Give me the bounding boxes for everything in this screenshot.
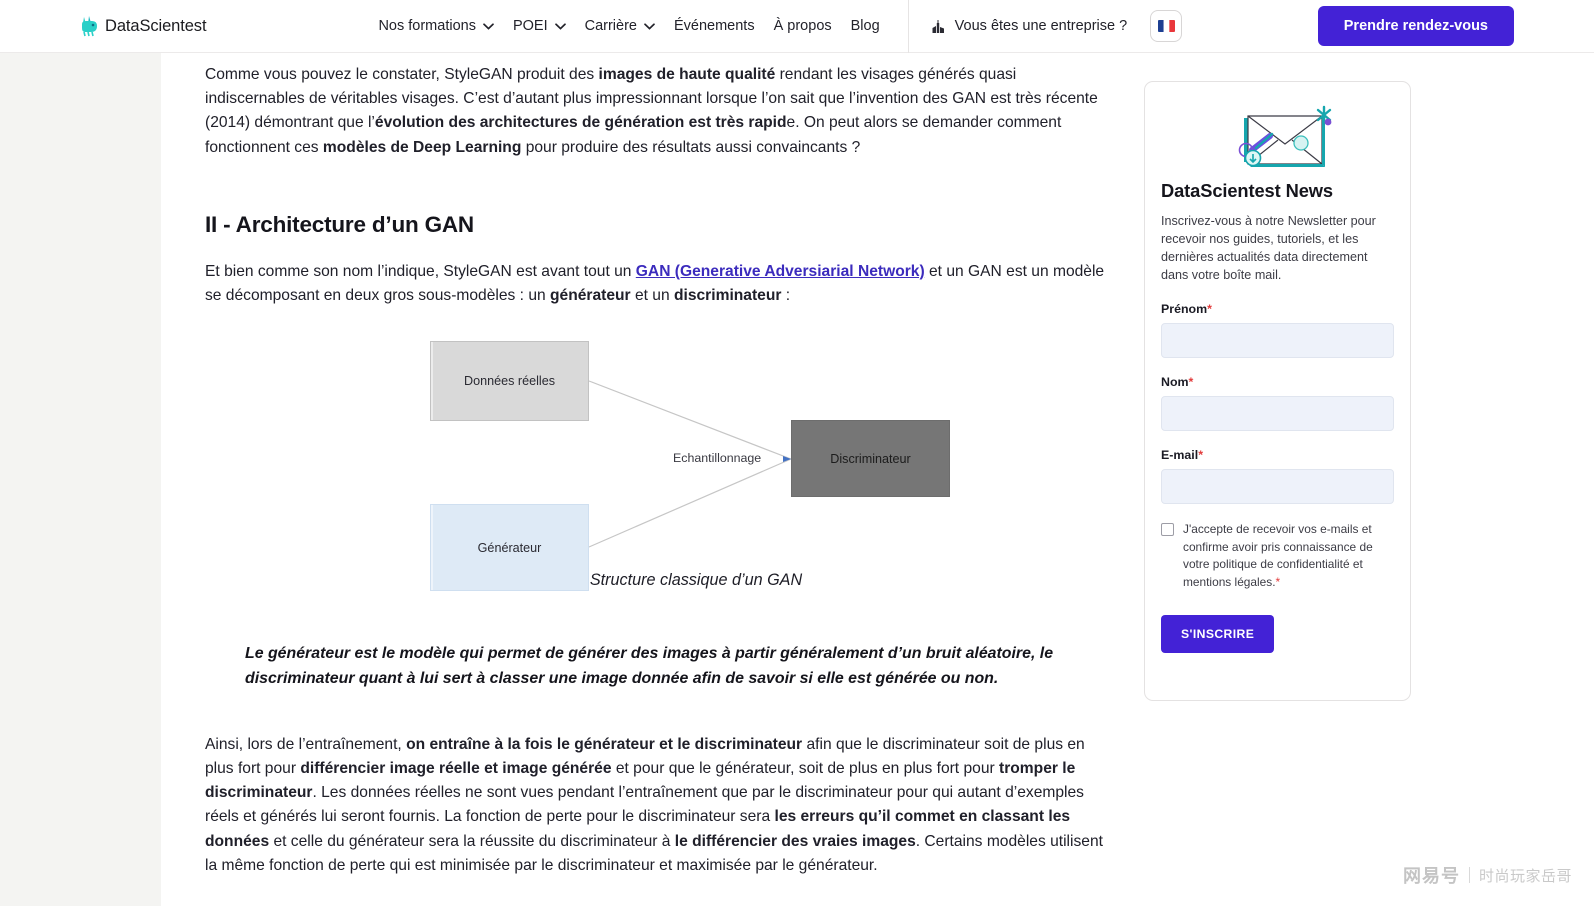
page-body: Comme vous pouvez le constater, StyleGAN…	[0, 53, 1594, 906]
envelope-newsletter-icon	[1161, 102, 1394, 174]
enterprise-link[interactable]: Vous êtes une entreprise ?	[931, 18, 1128, 34]
email-input[interactable]	[1161, 469, 1394, 504]
brand-logo[interactable]: DataScientest	[80, 15, 207, 37]
section-intro-bold-2: discriminateur	[673, 287, 782, 305]
paragraph-section-intro: Et bien comme son nom l’indique, StyleGA…	[205, 260, 1107, 308]
chevron-down-icon	[483, 22, 494, 30]
nav-item-carriere[interactable]: Carrière	[585, 18, 655, 34]
body-bold-1: on entraîne à la fois le générateur et l…	[406, 735, 803, 753]
newsletter-card: DataScientest News Inscrivez-vous à notr…	[1144, 81, 1411, 701]
diagram-box-label: Données réelles	[463, 374, 555, 389]
nav-item-a-propos[interactable]: À propos	[774, 18, 832, 34]
gan-diagram: Données réelles Générateur Discriminateu…	[245, 332, 1147, 592]
article-blockquote: Le générateur est le modèle qui permet d…	[245, 645, 1054, 687]
nav-item-evenements[interactable]: Événements	[674, 18, 755, 34]
body-text-a: Ainsi, lors de l’entraînement,	[205, 735, 407, 753]
nav-item-poei[interactable]: POEI	[513, 18, 566, 34]
nav-item-label: Nos formations	[378, 18, 476, 34]
enterprise-label: Vous êtes une entreprise ?	[954, 18, 1128, 34]
site-header: DataScientest Nos formations POEI Carriè…	[0, 0, 1594, 53]
body-bold-5: le différencier des vraies images	[674, 832, 916, 850]
nom-label-text: Nom	[1161, 375, 1189, 389]
required-marker: *	[1198, 448, 1204, 462]
newsletter-submit-button[interactable]: S'INSCRIRE	[1161, 615, 1275, 653]
prenom-label: Prénom*	[1161, 302, 1394, 316]
nav-item-blog[interactable]: Blog	[851, 18, 880, 34]
nom-label: Nom*	[1161, 375, 1394, 389]
gan-link[interactable]: GAN (Generative Adversiarial Network)	[636, 263, 925, 280]
body-text-c: et pour que le générateur, soit de plus …	[611, 760, 1000, 778]
body-bold-2: différencier image réelle et image génér…	[300, 760, 612, 778]
prenom-input[interactable]	[1161, 323, 1394, 358]
language-switcher[interactable]	[1150, 10, 1183, 42]
watermark-logo: 网易号	[1402, 866, 1460, 886]
watermark: 网易号 时尚玩家岳哥	[1403, 862, 1572, 888]
chevron-down-icon	[644, 22, 655, 30]
nav-item-label: Carrière	[584, 18, 637, 34]
section-intro-bold-1: générateur	[550, 287, 631, 305]
intro-bold-3: modèles de Deep Learning	[322, 138, 522, 156]
diagram-box-label: Discriminateur	[830, 451, 911, 466]
consent-row: J'accepte de recevoir vos e-mails et con…	[1161, 521, 1394, 591]
section-heading: II - Architecture d’un GAN	[205, 211, 474, 237]
chevron-down-icon	[554, 22, 566, 30]
paragraph-body: Ainsi, lors de l’entraînement, on entraî…	[205, 733, 1107, 878]
required-marker: *	[1188, 375, 1194, 389]
content-shell: Comme vous pouvez le constater, StyleGAN…	[161, 53, 1594, 906]
consent-text: J'accepte de recevoir vos e-mails et con…	[1183, 521, 1394, 591]
required-marker: *	[1207, 302, 1212, 316]
diagram-box-donnees-reelles: Données réelles	[430, 341, 589, 422]
body-text-e: et celle du générateur sera la réussite …	[269, 832, 675, 850]
french-flag-icon	[1157, 20, 1175, 32]
header-divider	[907, 0, 909, 53]
paragraph-intro: Comme vous pouvez le constater, StyleGAN…	[205, 63, 1107, 160]
nav-item-label: À propos	[773, 18, 832, 34]
newsletter-title: DataScientest News	[1161, 180, 1333, 201]
prendre-rendez-vous-button[interactable]: Prendre rendez-vous	[1317, 6, 1514, 46]
nav-item-nos-formations[interactable]: Nos formations	[378, 18, 494, 34]
required-marker: *	[1275, 574, 1281, 589]
email-label-text: E-mail	[1161, 448, 1199, 462]
nav-item-label: POEI	[512, 18, 548, 34]
diagram-edge-label-echantillonnage: Echantillonnage	[673, 451, 762, 466]
intro-text-a: Comme vous pouvez le constater, StyleGAN…	[205, 66, 599, 83]
diagram-caption: Structure classique d’un GAN	[589, 571, 803, 590]
nav-item-label: Événements	[673, 18, 755, 34]
newsletter-description: Inscrivez-vous à notre Newsletter pour r…	[1161, 214, 1376, 282]
diagram-box-label: Générateur	[477, 540, 542, 555]
section-intro-d: :	[781, 287, 791, 305]
section-intro-a: Et bien comme son nom l’indique, StyleGA…	[205, 262, 636, 280]
building-icon	[931, 19, 946, 34]
diagram-box-discriminateur: Discriminateur	[791, 420, 950, 498]
consent-checkbox[interactable]	[1161, 523, 1174, 536]
intro-bold-2: évolution des architectures de génératio…	[374, 114, 787, 132]
gan-diagram-figure: Données réelles Générateur Discriminateu…	[245, 332, 1147, 600]
email-label: E-mail*	[1161, 448, 1394, 462]
datascientest-logo-icon	[80, 15, 99, 37]
intro-bold-1: images de haute qualité	[598, 66, 776, 83]
watermark-name: 时尚玩家岳哥	[1478, 867, 1572, 885]
main-navigation: Nos formations POEI Carrière Événements …	[378, 18, 879, 34]
watermark-separator	[1468, 867, 1470, 883]
intro-text-d: pour produire des résultats aussi convai…	[521, 138, 861, 156]
nom-input[interactable]	[1161, 396, 1394, 431]
brand-name: DataScientest	[105, 16, 207, 35]
article-content: Comme vous pouvez le constater, StyleGAN…	[205, 63, 1107, 902]
prenom-label-text: Prénom	[1161, 302, 1208, 316]
nav-item-label: Blog	[850, 18, 880, 34]
section-intro-c: et un	[630, 287, 674, 305]
